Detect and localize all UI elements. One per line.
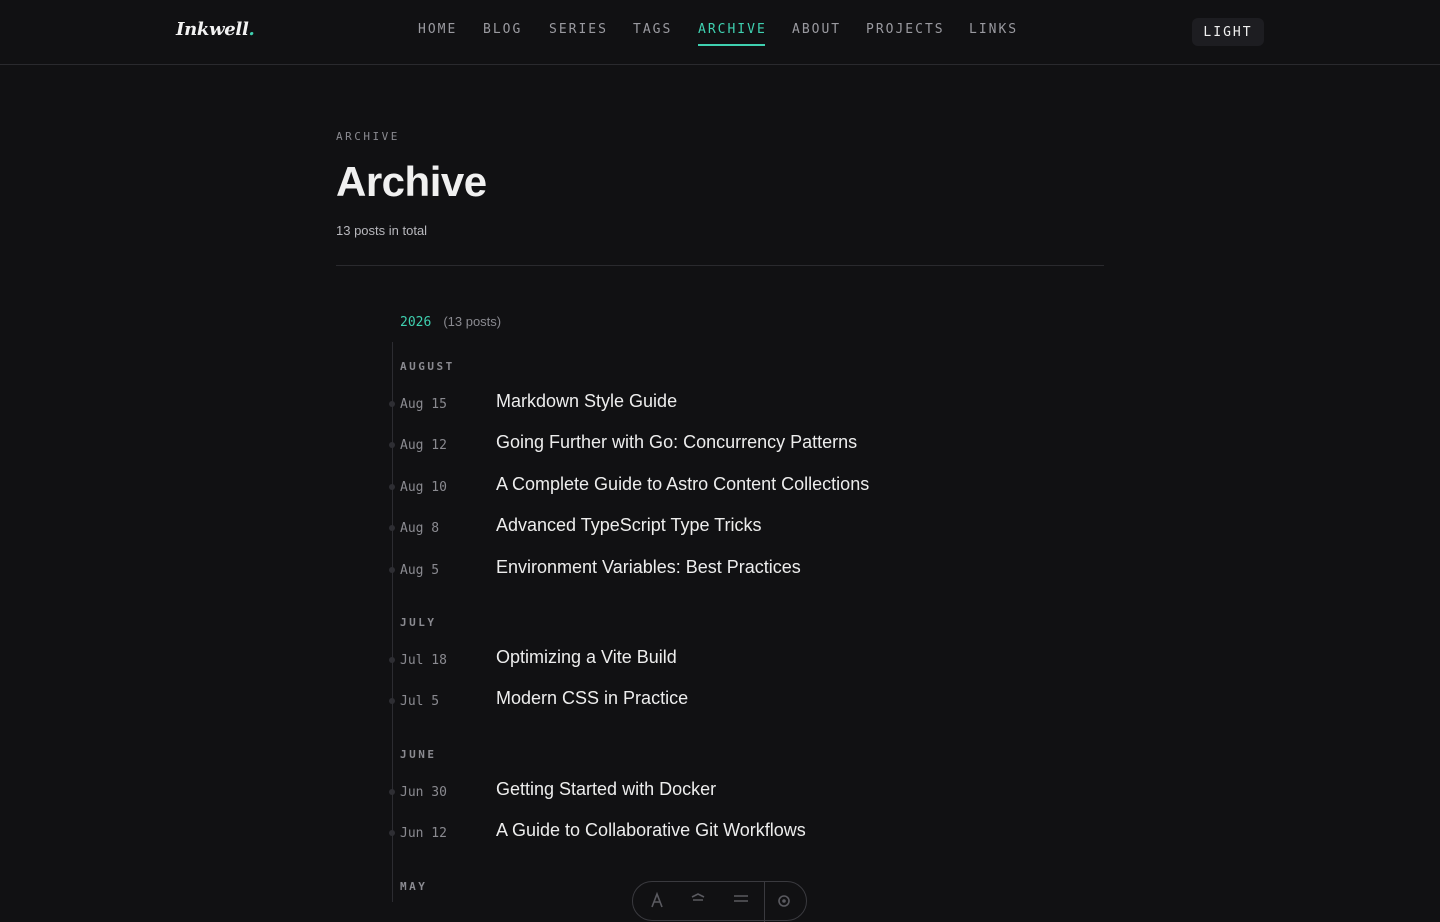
page-title: Archive [336, 158, 487, 205]
timeline-line [392, 342, 393, 902]
timeline-dot [389, 567, 395, 573]
timeline-dot [389, 657, 395, 663]
post-date: Jun 30 [400, 785, 447, 800]
year-heading: 2026 (13 posts) [400, 314, 501, 330]
archive-entry: Aug 8 Advanced TypeScript Type Tricks [0, 515, 1440, 545]
year-post-count: (13 posts) [443, 314, 502, 329]
post-title-link[interactable]: A Complete Guide to Astro Content Collec… [496, 474, 869, 495]
timeline-dot [389, 442, 395, 448]
menu-icon[interactable] [732, 891, 750, 909]
broom-icon[interactable] [689, 891, 707, 909]
settings-icon[interactable] [775, 891, 793, 909]
site-header: Inkwell. HOME BLOG SERIES TAGS ARCHIVE A… [0, 0, 1440, 65]
archive-entry: Aug 5 Environment Variables: Best Practi… [0, 557, 1440, 587]
font-icon[interactable] [648, 891, 666, 909]
post-date: Jul 5 [400, 694, 440, 709]
timeline-dot [389, 789, 395, 795]
toolbar-divider [764, 882, 765, 922]
post-date: Aug 10 [400, 480, 447, 495]
post-date: Aug 15 [400, 397, 447, 412]
timeline-dot [389, 525, 395, 531]
post-title-link[interactable]: Markdown Style Guide [496, 391, 677, 412]
timeline-dot [389, 484, 395, 490]
theme-toggle-button[interactable]: LIGHT [1192, 18, 1264, 46]
archive-entry: Jun 12 A Guide to Collaborative Git Work… [0, 820, 1440, 850]
nav-home[interactable]: HOME [418, 22, 457, 46]
archive-entry: Aug 12 Going Further with Go: Concurrenc… [0, 432, 1440, 462]
nav-links[interactable]: LINKS [969, 22, 1018, 46]
month-heading-july: JULY [400, 616, 437, 629]
nav-archive[interactable]: ARCHIVE [698, 22, 767, 46]
post-title-link[interactable]: Advanced TypeScript Type Tricks [496, 515, 761, 536]
timeline-dot [389, 830, 395, 836]
post-title-link[interactable]: Environment Variables: Best Practices [496, 557, 801, 578]
post-date: Aug 5 [400, 563, 440, 578]
post-title-link[interactable]: Getting Started with Docker [496, 779, 716, 800]
floating-toolbar [632, 881, 807, 922]
nav-blog[interactable]: BLOG [483, 22, 522, 46]
timeline-dot [389, 698, 395, 704]
archive-entry: Jul 18 Optimizing a Vite Build [0, 647, 1440, 677]
post-title-link[interactable]: Modern CSS in Practice [496, 688, 688, 709]
year-label[interactable]: 2026 [400, 315, 431, 330]
post-date: Aug 12 [400, 438, 447, 453]
header-divider [336, 265, 1104, 266]
nav-about[interactable]: ABOUT [792, 22, 841, 46]
post-count: 13 posts in total [336, 223, 428, 238]
month-heading-august: AUGUST [400, 360, 455, 373]
month-heading-may: MAY [400, 880, 428, 893]
month-heading-june: JUNE [400, 748, 437, 761]
post-date: Jul 18 [400, 653, 447, 668]
timeline-dot [389, 401, 395, 407]
post-date: Aug 8 [400, 521, 440, 536]
archive-entry: Jul 5 Modern CSS in Practice [0, 688, 1440, 718]
post-date: Jun 12 [400, 826, 447, 841]
nav-tags[interactable]: TAGS [633, 22, 672, 46]
post-title-link[interactable]: Going Further with Go: Concurrency Patte… [496, 432, 857, 453]
post-title-link[interactable]: A Guide to Collaborative Git Workflows [496, 820, 806, 841]
nav-projects[interactable]: PROJECTS [866, 22, 945, 46]
archive-entry: Aug 10 A Complete Guide to Astro Content… [0, 474, 1440, 504]
archive-entry: Jun 30 Getting Started with Docker [0, 779, 1440, 809]
post-title-link[interactable]: Optimizing a Vite Build [496, 647, 677, 668]
page-eyebrow: ARCHIVE [336, 130, 400, 143]
archive-entry: Aug 15 Markdown Style Guide [0, 391, 1440, 421]
nav-series[interactable]: SERIES [549, 22, 608, 46]
